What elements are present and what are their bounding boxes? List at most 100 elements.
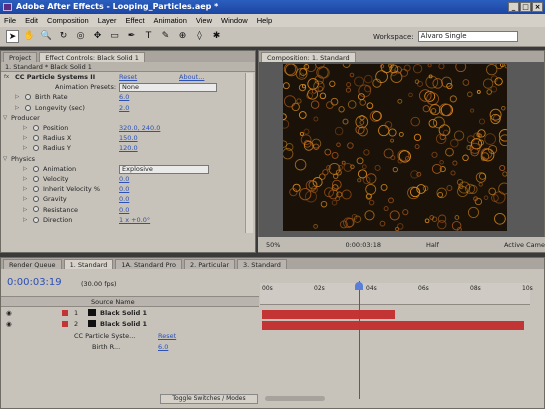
disclosure-triangle-icon[interactable]: ▷ [23, 217, 27, 223]
param-value[interactable]: 150.0 [119, 134, 138, 142]
close-button[interactable]: × [532, 2, 543, 12]
layer-2-duration-bar[interactable] [262, 321, 524, 330]
disclosure-triangle-icon[interactable]: ▷ [23, 166, 27, 172]
label-color-swatch[interactable] [62, 309, 68, 316]
tab-standard-3[interactable]: 3. Standard [237, 259, 287, 269]
puppet-pin-tool-icon[interactable]: ✱ [210, 30, 223, 43]
timeline-zoom-slider[interactable] [265, 396, 325, 401]
param-dropdown[interactable]: Explosive [119, 164, 209, 174]
tab-render-queue[interactable]: Render Queue [3, 259, 62, 269]
disclosure-triangle-icon[interactable]: ▽ [3, 156, 7, 162]
param-value[interactable]: 0.0 [119, 175, 129, 183]
maximize-button[interactable]: □ [520, 2, 531, 12]
effect-about-link[interactable]: About... [179, 73, 204, 81]
zoom-dropdown[interactable]: 50% [266, 241, 280, 249]
menu-help[interactable]: Help [257, 16, 272, 25]
menu-animation[interactable]: Animation [154, 16, 187, 25]
stopwatch-icon[interactable] [25, 104, 31, 111]
disclosure-triangle-icon[interactable]: ▷ [23, 207, 27, 213]
menu-window[interactable]: Window [221, 16, 248, 25]
minimize-button[interactable]: _ [508, 2, 519, 12]
param-row[interactable]: Birth R... 6.0 [0, 341, 258, 352]
param-value[interactable]: 0.0 [119, 206, 129, 214]
param-value[interactable]: 0.0 [119, 195, 129, 203]
pan-behind-tool-icon[interactable]: ✥ [91, 30, 104, 43]
type-tool-icon[interactable]: T [142, 30, 155, 43]
stopwatch-icon[interactable] [33, 165, 39, 172]
layer-1-duration-bar[interactable] [262, 310, 395, 319]
disclosure-triangle-icon[interactable]: ▷ [23, 125, 27, 131]
stopwatch-icon[interactable] [33, 135, 39, 142]
effect-reset-link[interactable]: Reset [119, 73, 137, 81]
stopwatch-icon[interactable] [33, 124, 39, 131]
disclosure-triangle-icon[interactable]: ▷ [23, 145, 27, 151]
time-ruler[interactable] [260, 283, 530, 305]
param-value[interactable]: 1 x +0.0° [119, 216, 150, 224]
menu-effect[interactable]: Effect [125, 16, 144, 25]
menu-composition[interactable]: Composition [47, 16, 89, 25]
particle [383, 148, 394, 159]
comp-timecode[interactable]: 0:00:03:18 [345, 241, 381, 249]
stopwatch-icon[interactable] [33, 145, 39, 152]
mask-tool-icon[interactable]: ▭ [108, 30, 121, 43]
disclosure-triangle-icon[interactable]: ▷ [23, 186, 27, 192]
rotate-tool-icon[interactable]: ↻ [57, 30, 70, 43]
param-row-value[interactable]: 6.0 [158, 343, 168, 351]
stopwatch-icon[interactable] [33, 206, 39, 213]
playhead-handle[interactable] [355, 282, 363, 290]
layer-name[interactable]: Black Solid 1 [100, 320, 147, 328]
param-value[interactable]: 120.0 [119, 144, 138, 152]
timeline-timecode[interactable]: 0:00:03:19 [7, 277, 62, 288]
layer-row[interactable]: ◉ 2 Black Solid 1 [0, 318, 258, 329]
stopwatch-icon[interactable] [33, 196, 39, 203]
disclosure-triangle-icon[interactable]: ▷ [23, 196, 27, 202]
param-value[interactable]: 6.0 [119, 93, 129, 101]
stopwatch-icon[interactable] [33, 186, 39, 193]
selection-tool-icon[interactable]: ➤ [6, 30, 19, 43]
eye-icon[interactable]: ◉ [6, 320, 12, 328]
layer-row[interactable]: ◉ 1 Black Solid 1 [0, 307, 258, 318]
effect-row[interactable]: CC Particle Syste... Reset [0, 330, 258, 341]
menu-file[interactable]: File [4, 16, 16, 25]
label-color-swatch[interactable] [62, 320, 68, 327]
effect-row-reset[interactable]: Reset [158, 332, 176, 340]
param-value[interactable]: 0.0 [119, 185, 129, 193]
eye-icon[interactable]: ◉ [6, 309, 12, 317]
tab-effect-controls[interactable]: Effect Controls: Black Solid 1 [39, 52, 145, 62]
zoom-tool-icon[interactable]: 🔍 [40, 30, 53, 43]
clone-stamp-tool-icon[interactable]: ⊕ [176, 30, 189, 43]
stopwatch-icon[interactable] [33, 216, 39, 223]
disclosure-triangle-icon[interactable]: ▷ [23, 176, 27, 182]
disclosure-triangle-icon[interactable]: ▽ [3, 115, 7, 121]
disclosure-triangle-icon[interactable]: ▷ [15, 105, 19, 111]
menu-layer[interactable]: Layer [98, 16, 117, 25]
stopwatch-icon[interactable] [33, 175, 39, 182]
disclosure-triangle-icon[interactable]: ▷ [15, 94, 19, 100]
composition-viewer[interactable] [283, 64, 507, 231]
particle [322, 169, 329, 176]
tab-standard-pro[interactable]: 1A. Standard Pro [115, 259, 182, 269]
brush-tool-icon[interactable]: ✎ [159, 30, 172, 43]
presets-dropdown[interactable]: None [119, 83, 217, 93]
toggle-switches-button[interactable]: Toggle Switches / Modes [160, 394, 258, 404]
hand-tool-icon[interactable]: ✋ [23, 30, 36, 43]
tab-composition[interactable]: Composition: 1. Standard [261, 52, 356, 62]
orbit-camera-tool-icon[interactable]: ◎ [74, 30, 87, 43]
workspace-dropdown[interactable]: Alvaro Single [417, 31, 518, 42]
stopwatch-icon[interactable] [25, 94, 31, 101]
layer-name[interactable]: Black Solid 1 [100, 309, 147, 317]
resolution-dropdown[interactable]: Half [426, 241, 439, 249]
tab-particular[interactable]: 2. Particular [183, 259, 236, 269]
disclosure-triangle-icon[interactable]: ▷ [23, 135, 27, 141]
eraser-tool-icon[interactable]: ◊ [193, 30, 206, 43]
tab-project[interactable]: Project [3, 52, 38, 62]
param-value[interactable]: 2.0 [119, 104, 129, 112]
camera-dropdown[interactable]: Active Came [504, 241, 545, 249]
menu-view[interactable]: View [196, 16, 212, 25]
effect-controls-scrollbar[interactable] [245, 73, 253, 233]
pen-tool-icon[interactable]: ✒ [125, 30, 138, 43]
current-time-indicator[interactable] [359, 281, 360, 399]
tab-standard[interactable]: 1. Standard [63, 259, 114, 269]
param-value[interactable]: 320.0, 240.0 [119, 124, 160, 132]
menu-edit[interactable]: Edit [25, 16, 38, 25]
